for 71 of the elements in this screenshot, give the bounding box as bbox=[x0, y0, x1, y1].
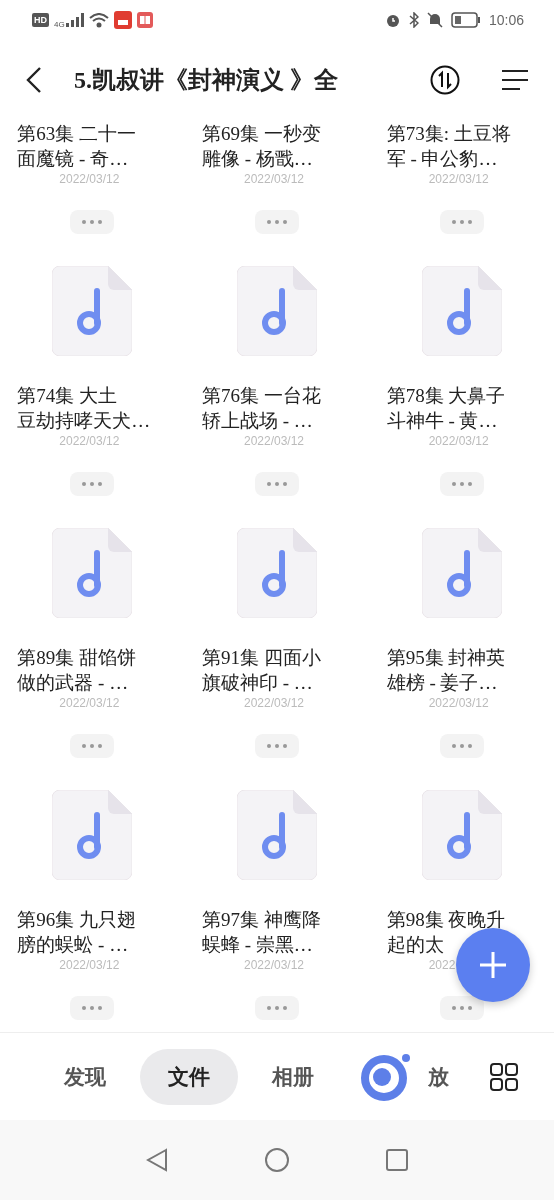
file-date: 2022/03/12 bbox=[244, 696, 306, 710]
more-button[interactable] bbox=[70, 210, 115, 234]
file-date: 2022/03/12 bbox=[428, 434, 490, 448]
menu-icon[interactable] bbox=[500, 68, 530, 92]
file-name: 第63集 二十一 面魔镜 - 奇… bbox=[17, 122, 138, 171]
nav-tab[interactable]: 放 bbox=[428, 1048, 458, 1105]
file-date: 2022 bbox=[428, 958, 457, 972]
book-icon bbox=[136, 12, 153, 28]
file-name: 第97集 神鹰降 蜈蜂 - 崇黑… bbox=[202, 908, 322, 957]
file-name: 第73集: 土豆将 军 - 申公豹… bbox=[386, 122, 512, 171]
battery-icon bbox=[450, 12, 481, 28]
more-button[interactable] bbox=[439, 210, 484, 234]
network-type: 4G bbox=[54, 20, 65, 29]
back-nav-icon[interactable] bbox=[146, 1148, 168, 1172]
file-name: 第74集 大土 豆劫持哮天犬… bbox=[17, 384, 152, 433]
file-date: 2022/03/12 bbox=[59, 172, 121, 186]
audio-file-icon[interactable] bbox=[421, 266, 502, 356]
file-name: 第89集 甜馅饼 做的武器 - … bbox=[17, 646, 138, 695]
more-button[interactable] bbox=[439, 472, 484, 496]
file-date: 2022/03/12 bbox=[59, 696, 121, 710]
file-name: 第91集 四面小 旗破神印 - … bbox=[202, 646, 322, 695]
file-name: 第96集 九只翅 膀的蜈蚣 - … bbox=[17, 908, 138, 957]
folder-title: 5.凯叔讲《封神演义 》全 bbox=[74, 66, 339, 95]
plus-icon bbox=[478, 950, 508, 980]
file-date: 2022/03/12 bbox=[244, 172, 306, 186]
bluetooth-icon bbox=[408, 12, 419, 28]
more-button[interactable] bbox=[255, 734, 299, 758]
file-name: 第76集 一台花 轿上战场 - … bbox=[202, 384, 322, 433]
back-icon[interactable] bbox=[26, 67, 42, 93]
nav-tab[interactable]: 发现 bbox=[36, 1048, 134, 1105]
sort-icon[interactable] bbox=[430, 65, 460, 95]
file-name: 第95集 封神英 雄榜 - 姜子… bbox=[386, 646, 507, 695]
file-date: 2022/03/12 bbox=[59, 434, 121, 448]
nav-tab[interactable]: 相册 bbox=[244, 1048, 342, 1105]
file-date: 2022/03/12 bbox=[59, 958, 121, 972]
recents-nav-icon[interactable] bbox=[386, 1149, 408, 1171]
audio-file-icon[interactable] bbox=[421, 528, 502, 618]
file-name: 第69集 一秒变 雕像 - 杨戬… bbox=[202, 122, 322, 171]
more-button[interactable] bbox=[439, 734, 484, 758]
file-date: 2022/03/12 bbox=[244, 958, 306, 972]
file-date: 2022/03/12 bbox=[244, 434, 306, 448]
more-button[interactable] bbox=[255, 996, 299, 1020]
nav-tab[interactable]: 文件 bbox=[140, 1048, 238, 1105]
mute-bell-icon bbox=[426, 12, 443, 28]
more-button[interactable] bbox=[70, 472, 115, 496]
more-button[interactable] bbox=[70, 996, 115, 1020]
clock-time: 10:06 bbox=[488, 12, 524, 28]
app-notification-icon bbox=[113, 11, 132, 29]
home-nav-icon[interactable] bbox=[264, 1147, 290, 1173]
file-name: 第98集 夜晚升 起的太 bbox=[386, 908, 507, 957]
audio-file-icon[interactable] bbox=[52, 528, 133, 618]
signal-icon bbox=[65, 13, 84, 27]
file-date: 2022/03/12 bbox=[428, 696, 490, 710]
audio-file-icon[interactable] bbox=[237, 528, 317, 618]
audio-file-icon[interactable] bbox=[421, 790, 502, 880]
hd-badge: HD bbox=[32, 13, 49, 27]
app-logo-icon[interactable] bbox=[358, 1051, 412, 1102]
more-button[interactable] bbox=[439, 996, 484, 1020]
file-date: 2022/03/12 bbox=[428, 172, 490, 186]
audio-file-icon[interactable] bbox=[52, 266, 133, 356]
audio-file-icon[interactable] bbox=[237, 790, 317, 880]
more-button[interactable] bbox=[70, 734, 115, 758]
wifi-icon bbox=[88, 12, 109, 28]
audio-file-icon[interactable] bbox=[52, 790, 133, 880]
audio-file-icon[interactable] bbox=[237, 266, 317, 356]
alarm-icon bbox=[384, 12, 401, 28]
more-button[interactable] bbox=[255, 472, 299, 496]
more-button[interactable] bbox=[255, 210, 299, 234]
grid-icon[interactable] bbox=[490, 1062, 518, 1091]
file-name: 第78集 大鼻子 斗神牛 - 黄… bbox=[386, 384, 507, 433]
add-button[interactable] bbox=[456, 928, 530, 1002]
